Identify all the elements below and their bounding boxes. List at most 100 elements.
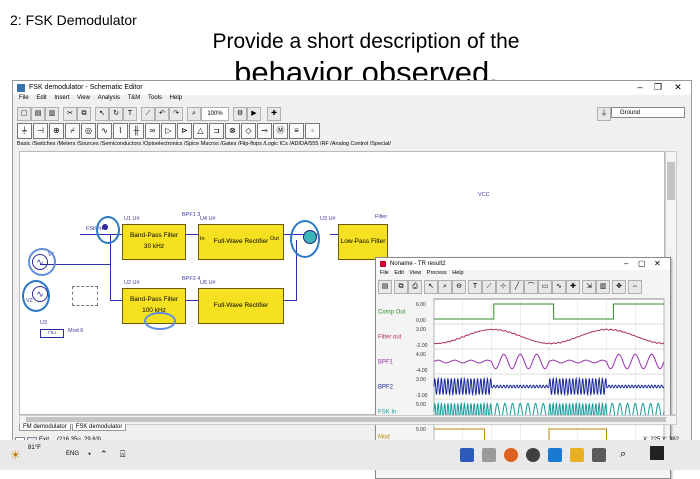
calculator-icon[interactable] bbox=[482, 448, 496, 462]
undo-icon[interactable]: ↶ bbox=[155, 107, 169, 121]
network-icon[interactable]: ◔ bbox=[86, 449, 91, 459]
tr-minimize-icon[interactable]: – bbox=[624, 259, 628, 268]
menu-insert[interactable]: Insert bbox=[54, 95, 69, 101]
tab-fm-demodulator[interactable]: FM demodulator bbox=[19, 424, 71, 431]
copy-icon[interactable]: ⧉ bbox=[77, 107, 91, 121]
component-category-tabs[interactable]: Basic /Switches /Meters /Sources /Semico… bbox=[17, 141, 687, 150]
ground-select[interactable]: Ground bbox=[611, 107, 685, 118]
firefox-icon[interactable] bbox=[504, 448, 518, 462]
full-wave-rectifier-2[interactable]: Full-Wave Rectifier bbox=[198, 288, 284, 324]
menu-file[interactable]: File bbox=[19, 95, 29, 101]
tr-arc-icon[interactable]: ⌒ bbox=[524, 280, 538, 294]
capacitor-component-icon[interactable]: ╫ bbox=[129, 123, 144, 139]
battery-component-icon[interactable]: ⊣ bbox=[33, 123, 48, 139]
tab-fsk-demodulator[interactable]: FSK demodulator bbox=[71, 424, 127, 431]
component-icon[interactable]: ⚙ bbox=[233, 107, 247, 121]
lamp-component-icon[interactable]: ⊗ bbox=[225, 123, 240, 139]
terminal-component-icon[interactable]: ◦ bbox=[305, 123, 320, 139]
tr-line-icon[interactable]: ╱ bbox=[510, 280, 524, 294]
tr-menu-edit[interactable]: Edit bbox=[394, 270, 403, 276]
tr-pan-icon[interactable]: ✥ bbox=[612, 280, 626, 294]
rotate-icon[interactable]: ↻ bbox=[109, 107, 123, 121]
run-icon[interactable]: ▶ bbox=[247, 107, 261, 121]
transistor-component-icon[interactable]: ⊳ bbox=[177, 123, 192, 139]
maximize-icon[interactable]: ❐ bbox=[649, 82, 667, 93]
tr-wave-icon[interactable]: ∿ bbox=[552, 280, 566, 294]
obs-icon[interactable] bbox=[526, 448, 540, 462]
cut-icon[interactable]: ✂ bbox=[63, 107, 77, 121]
resistor-component-icon[interactable]: ⌇ bbox=[113, 123, 128, 139]
tr-zoom-out-icon[interactable]: ⊖ bbox=[452, 280, 466, 294]
wire-icon[interactable]: ⟋ bbox=[141, 107, 155, 121]
bus-component-icon[interactable]: ≡ bbox=[289, 123, 304, 139]
task-view-icon[interactable] bbox=[592, 448, 606, 462]
tr-open-icon[interactable]: ▤ bbox=[378, 280, 392, 294]
bandpass-filter-30k[interactable]: Band-Pass Filter 30 kHz bbox=[122, 224, 186, 260]
menu-help[interactable]: Help bbox=[170, 95, 182, 101]
tr-maximize-icon[interactable]: ▢ bbox=[638, 259, 646, 268]
tr-menu-help[interactable]: Help bbox=[452, 270, 463, 276]
tr-zoom-icon[interactable]: ⌕ bbox=[438, 280, 452, 294]
switch-component-icon[interactable]: ⌿ bbox=[65, 123, 80, 139]
close-icon[interactable]: ✕ bbox=[669, 82, 687, 93]
select-arrow-icon[interactable]: ↖ bbox=[95, 107, 109, 121]
tr-rect-icon[interactable]: ▭ bbox=[538, 280, 552, 294]
gate-component-icon[interactable]: ⊐ bbox=[209, 123, 224, 139]
vertical-scroll-thumb[interactable] bbox=[667, 162, 675, 200]
new-icon[interactable]: ▢ bbox=[17, 107, 31, 121]
search-icon[interactable]: ⌕ bbox=[620, 448, 626, 461]
redo-icon[interactable]: ↷ bbox=[169, 107, 183, 121]
weather-icon[interactable]: ☀ bbox=[10, 448, 21, 462]
meter-component-icon[interactable]: ◎ bbox=[81, 123, 96, 139]
ground-pick-icon[interactable]: ⏚ bbox=[597, 107, 611, 121]
motor-component-icon[interactable]: Ⓜ bbox=[273, 123, 288, 139]
full-wave-rectifier-1[interactable]: Full-Wave Rectifier bbox=[198, 224, 284, 260]
opamp-component-icon[interactable]: △ bbox=[193, 123, 208, 139]
source-component-icon[interactable]: ⊕ bbox=[49, 123, 64, 139]
tr-cursor-icon[interactable]: ⟋ bbox=[482, 280, 496, 294]
horizontal-scroll-thumb[interactable] bbox=[26, 417, 666, 422]
led-component-icon[interactable]: ◇ bbox=[241, 123, 256, 139]
ac-source-component-icon[interactable]: ∿ bbox=[97, 123, 112, 139]
menu-tools[interactable]: Tools bbox=[148, 95, 162, 101]
u3-square-source[interactable]: ⊓⊔ bbox=[40, 329, 64, 338]
tr-nav-icon[interactable]: ⇔ bbox=[628, 280, 642, 294]
zoom-select[interactable]: 100% bbox=[201, 107, 229, 121]
component-toolbar: ⏚ ⊣ ⊕ ⌿ ◎ ∿ ⌇ ╫ ∞ ▷ ⊳ △ ⊐ ⊗ ◇ ⊸ Ⓜ ≡ ◦ bbox=[17, 123, 687, 139]
switch-element[interactable] bbox=[72, 286, 98, 306]
menu-view[interactable]: View bbox=[77, 95, 90, 101]
connector-component-icon[interactable]: ⊸ bbox=[257, 123, 272, 139]
tr-menu-view[interactable]: View bbox=[409, 270, 421, 276]
lowpass-filter[interactable]: Low-Pass Filter bbox=[338, 224, 388, 260]
tr-copy-icon[interactable]: ⧉ bbox=[394, 280, 408, 294]
diode-component-icon[interactable]: ▷ bbox=[161, 123, 176, 139]
menu-analysis[interactable]: Analysis bbox=[98, 95, 120, 101]
menu-tm[interactable]: T&M bbox=[128, 95, 141, 101]
tr-select-icon[interactable]: ↖ bbox=[424, 280, 438, 294]
language-indicator[interactable]: ENG bbox=[66, 451, 79, 457]
open-icon[interactable]: ▤ bbox=[31, 107, 45, 121]
inductor-component-icon[interactable]: ∞ bbox=[145, 123, 160, 139]
windows-start-icon[interactable] bbox=[650, 446, 664, 460]
chevron-up-icon[interactable]: ⌃ bbox=[100, 449, 108, 460]
zoom-icon[interactable]: ⌕ bbox=[187, 107, 201, 121]
person-icon[interactable]: ⍓ bbox=[120, 449, 125, 460]
ground-component-icon[interactable]: ⏚ bbox=[17, 123, 32, 139]
tr-text-icon[interactable]: T bbox=[468, 280, 482, 294]
tr-menu-file[interactable]: File bbox=[380, 270, 389, 276]
tr-fit-icon[interactable]: ⇲ bbox=[582, 280, 596, 294]
tr-close-icon[interactable]: ✕ bbox=[654, 259, 661, 268]
tr-marker-icon[interactable]: ⊹ bbox=[496, 280, 510, 294]
text-icon[interactable]: T bbox=[123, 107, 137, 121]
word-icon[interactable] bbox=[460, 448, 474, 462]
edge-icon[interactable] bbox=[548, 448, 562, 462]
tr-probe-icon[interactable]: ✚ bbox=[566, 280, 580, 294]
minimize-icon[interactable]: – bbox=[631, 82, 649, 92]
save-icon[interactable]: ▥ bbox=[45, 107, 59, 121]
menu-edit[interactable]: Edit bbox=[36, 95, 46, 101]
probe-icon[interactable]: ✚ bbox=[267, 107, 281, 121]
tr-plot-icon[interactable]: ▥ bbox=[596, 280, 610, 294]
tr-print-icon[interactable]: ⎙ bbox=[408, 280, 422, 294]
folder-icon[interactable] bbox=[570, 448, 584, 462]
tr-menu-process[interactable]: Process bbox=[427, 270, 447, 276]
